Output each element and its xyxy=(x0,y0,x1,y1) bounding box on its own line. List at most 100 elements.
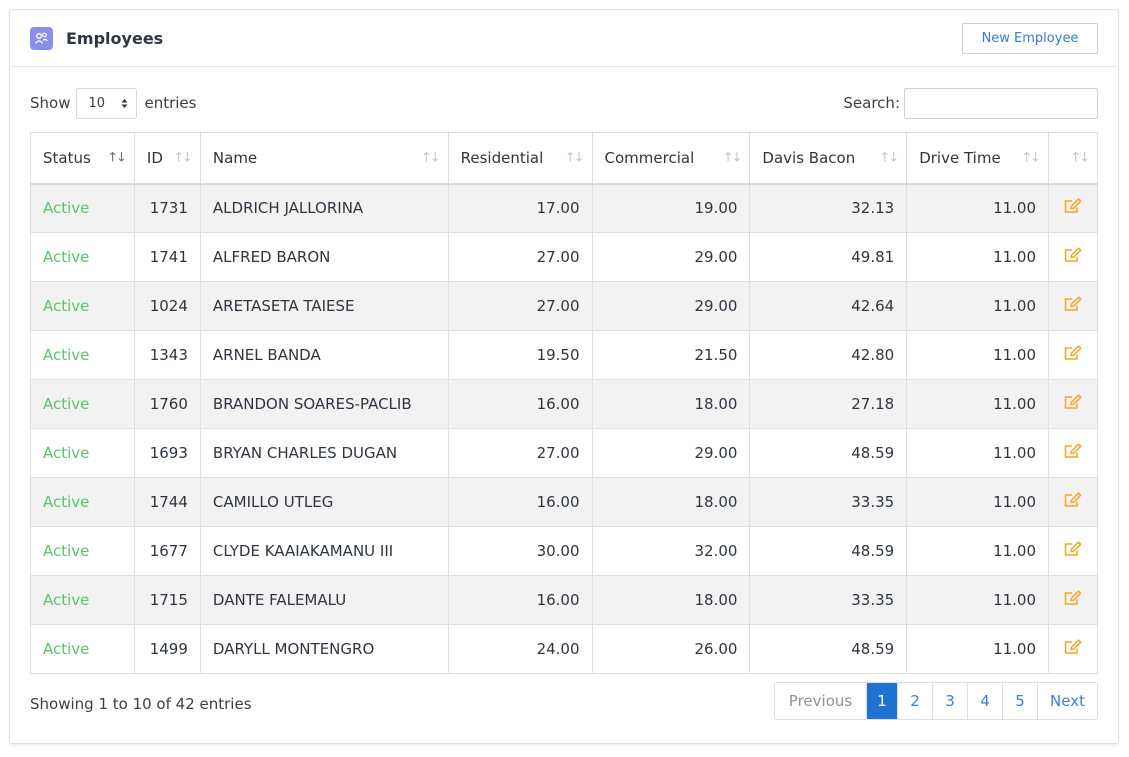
column-header-davis-bacon[interactable]: Davis Bacon ↑↓ xyxy=(749,132,908,185)
column-header-name[interactable]: Name ↑↓ xyxy=(199,132,449,185)
cell-status: Active xyxy=(30,624,135,674)
sort-arrows-icon: ↑↓ xyxy=(722,150,743,166)
cell-commercial: 19.00 xyxy=(591,183,751,233)
select-arrows-icon xyxy=(121,98,128,108)
table-row: Active 1715 DANTE FALEMALU 16.00 18.00 33.35 1… xyxy=(30,575,1098,625)
edit-icon[interactable] xyxy=(1064,590,1082,610)
cell-davis-bacon: 32.13 xyxy=(749,183,908,233)
table-row: Active 1741 ALFRED BARON 27.00 29.00 49.81 11.… xyxy=(30,232,1098,282)
new-employee-button[interactable]: New Employee xyxy=(962,22,1098,54)
cell-id: 1499 xyxy=(133,624,201,674)
cell-id: 1024 xyxy=(133,281,201,331)
sort-arrows-icon: ↑↓ xyxy=(564,150,585,166)
entries-label: entries xyxy=(144,94,197,112)
table-row: Active 1343 ARNEL BANDA 19.50 21.50 42.80 11.0… xyxy=(30,330,1098,380)
edit-icon[interactable] xyxy=(1064,492,1082,512)
edit-icon[interactable] xyxy=(1064,198,1082,218)
sort-arrows-icon: ↑↓ xyxy=(1070,150,1090,166)
pagination-next[interactable]: Next xyxy=(1037,683,1097,719)
pagination-page-3[interactable]: 3 xyxy=(932,683,967,719)
cell-status: Active xyxy=(30,183,135,233)
edit-icon[interactable] xyxy=(1064,247,1082,267)
cell-name: ALFRED BARON xyxy=(199,232,449,282)
cell-commercial: 18.00 xyxy=(591,575,751,625)
cell-actions xyxy=(1048,477,1098,527)
cell-status: Active xyxy=(30,428,135,478)
table-row: Active 1760 BRANDON SOARES-PACLIB 16.00 18.0… xyxy=(30,379,1098,429)
cell-actions xyxy=(1048,281,1098,331)
column-header-id[interactable]: ID ↑↓ xyxy=(133,132,201,185)
cell-davis-bacon: 42.64 xyxy=(749,281,908,331)
cell-name: ARETASETA TAIESE xyxy=(199,281,449,331)
edit-icon[interactable] xyxy=(1064,639,1082,659)
cell-residential: 17.00 xyxy=(447,183,593,233)
cell-davis-bacon: 48.59 xyxy=(749,624,908,674)
pagination: Previous 1 2 3 4 5 Next xyxy=(774,682,1098,720)
employee-group-icon xyxy=(30,26,53,50)
cell-status: Active xyxy=(30,526,135,576)
cell-actions xyxy=(1048,575,1098,625)
pagination-page-4[interactable]: 4 xyxy=(967,683,1002,719)
edit-icon[interactable] xyxy=(1064,394,1082,414)
cell-id: 1343 xyxy=(133,330,201,380)
cell-actions xyxy=(1048,428,1098,478)
page-length-select[interactable]: 10 xyxy=(76,87,138,119)
employees-table: Status ↑↓ ID ↑↓ Name ↑↓ Residential ↑↓ Comme… xyxy=(30,132,1098,674)
edit-icon[interactable] xyxy=(1064,345,1082,365)
cell-davis-bacon: 48.59 xyxy=(749,428,908,478)
table-row: Active 1731 ALDRICH JALLORINA 17.00 19.00 32.… xyxy=(30,183,1098,233)
cell-commercial: 29.00 xyxy=(591,281,751,331)
cell-residential: 16.00 xyxy=(447,575,593,625)
column-header-drive-time[interactable]: Drive Time ↑↓ xyxy=(906,132,1050,185)
cell-residential: 19.50 xyxy=(447,330,593,380)
column-header-actions[interactable]: ↑↓ xyxy=(1048,132,1098,185)
cell-drive-time: 11.00 xyxy=(906,575,1050,625)
cell-drive-time: 11.00 xyxy=(906,183,1050,233)
pagination-page-2[interactable]: 2 xyxy=(897,683,932,719)
cell-residential: 27.00 xyxy=(447,428,593,478)
cell-actions xyxy=(1048,624,1098,674)
column-header-residential[interactable]: Residential ↑↓ xyxy=(447,132,593,185)
column-header-commercial[interactable]: Commercial ↑↓ xyxy=(591,132,751,185)
cell-drive-time: 11.00 xyxy=(906,428,1050,478)
cell-residential: 16.00 xyxy=(447,477,593,527)
cell-commercial: 18.00 xyxy=(591,477,751,527)
cell-id: 1760 xyxy=(133,379,201,429)
cell-name: DARYLL MONTENGRO xyxy=(199,624,449,674)
page-length-value: 10 xyxy=(88,95,106,111)
pagination-page-5[interactable]: 5 xyxy=(1002,683,1037,719)
cell-residential: 30.00 xyxy=(447,526,593,576)
column-label: Drive Time xyxy=(919,148,1001,167)
cell-status: Active xyxy=(30,232,135,282)
cell-residential: 27.00 xyxy=(447,232,593,282)
cell-commercial: 32.00 xyxy=(591,526,751,576)
cell-residential: 24.00 xyxy=(447,624,593,674)
cell-status: Active xyxy=(30,575,135,625)
column-label: ID xyxy=(146,148,163,167)
sort-arrows-icon: ↑↓ xyxy=(420,150,441,166)
edit-icon[interactable] xyxy=(1064,296,1082,316)
table-info: Showing 1 to 10 of 42 entries xyxy=(30,695,252,713)
edit-icon[interactable] xyxy=(1064,443,1082,463)
table-header-row: Status ↑↓ ID ↑↓ Name ↑↓ Residential ↑↓ Comme… xyxy=(30,132,1098,185)
cell-davis-bacon: 49.81 xyxy=(749,232,908,282)
edit-icon[interactable] xyxy=(1064,541,1082,561)
search-input[interactable] xyxy=(904,87,1098,119)
cell-davis-bacon: 33.35 xyxy=(749,575,908,625)
cell-davis-bacon: 48.59 xyxy=(749,526,908,576)
pagination-page-1[interactable]: 1 xyxy=(866,683,897,719)
cell-name: CLYDE KAAIAKAMANU III xyxy=(199,526,449,576)
column-header-status[interactable]: Status ↑↓ xyxy=(30,132,135,185)
cell-id: 1715 xyxy=(133,575,201,625)
column-label: Status xyxy=(43,148,91,167)
page-title: Employees xyxy=(66,28,164,48)
cell-actions xyxy=(1048,183,1098,233)
column-label: Name xyxy=(212,148,258,167)
employees-card: Employees New Employee Show 10 entries S… xyxy=(9,9,1119,744)
cell-id: 1744 xyxy=(133,477,201,527)
pagination-previous[interactable]: Previous xyxy=(775,683,866,719)
cell-davis-bacon: 27.18 xyxy=(749,379,908,429)
column-label: Residential xyxy=(460,148,544,167)
cell-name: BRYAN CHARLES DUGAN xyxy=(199,428,449,478)
cell-status: Active xyxy=(30,281,135,331)
